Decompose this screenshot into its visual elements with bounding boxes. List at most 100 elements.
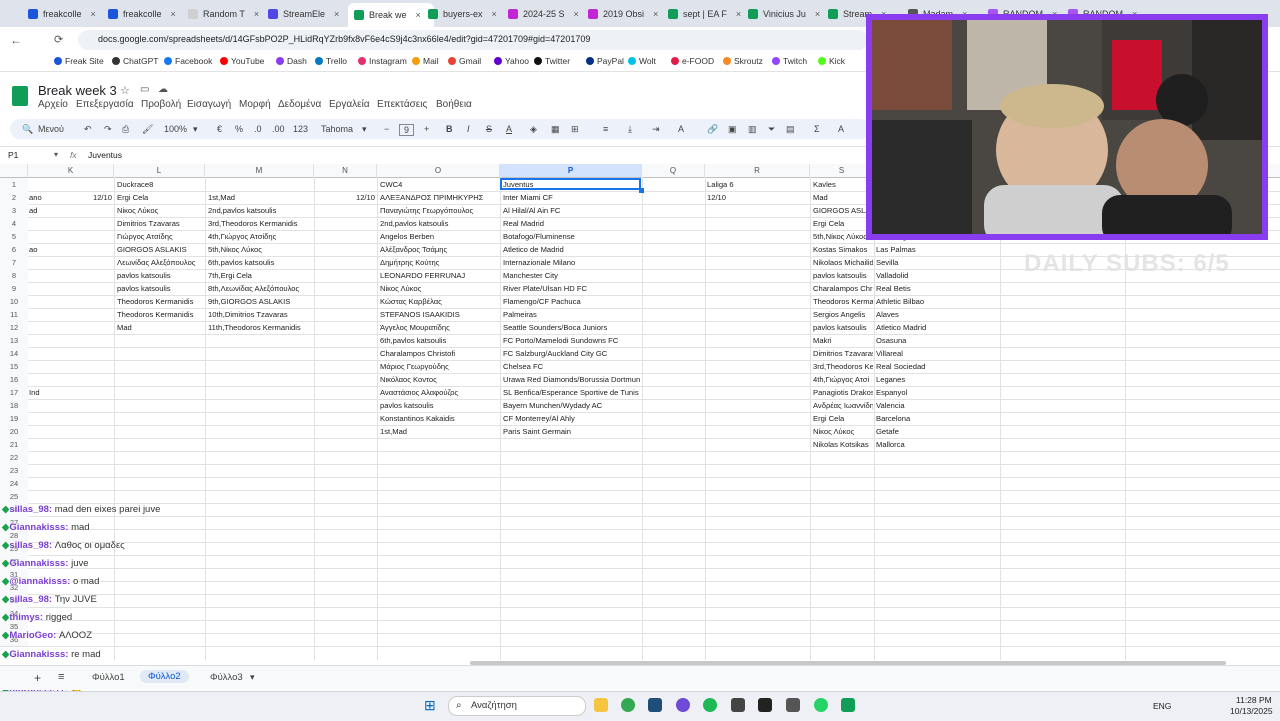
table-cell[interactable]: Γιώργος Ατσίδης — [117, 230, 205, 243]
table-cell[interactable]: Μάριος Γεωργούδης — [380, 360, 498, 373]
menu-item[interactable]: Δεδομένα — [278, 99, 321, 110]
windows-start-icon[interactable]: ⊞ — [424, 697, 436, 714]
table-cell[interactable]: GIORGOS ASLA — [813, 204, 873, 217]
table-cell[interactable]: Theodoros Kermanidis — [117, 295, 205, 308]
browser-tab[interactable]: Break we × — [348, 3, 434, 27]
sheet-tab-1[interactable]: Φύλλο1 — [92, 672, 125, 683]
table-cell[interactable]: Ergi Cela — [813, 217, 873, 230]
bookmark-item[interactable]: Gmail — [448, 56, 481, 66]
browser-tab[interactable]: freakcolle × — [28, 4, 102, 24]
table-cell[interactable]: 4th,Γιώργος Ατσί — [813, 373, 873, 386]
row-header[interactable]: 9 — [0, 282, 28, 296]
table-cell[interactable]: Nikolas Kotsikas — [813, 438, 873, 451]
sheets-icon[interactable] — [841, 698, 855, 712]
bold-icon[interactable]: B — [446, 124, 453, 134]
table-cell[interactable]: LEONARDO FERRUNAJ — [380, 269, 498, 282]
table-cell[interactable]: Urawa Red Diamonds/Borussia Dortmund — [503, 373, 640, 386]
table-cell[interactable]: Manchester City — [503, 269, 640, 282]
table-cell[interactable]: 4th,Γιώργος Ατσίδης — [208, 230, 313, 243]
comment-icon[interactable]: ▣ — [728, 124, 737, 135]
sheet-tab-3[interactable]: Φύλλο3 — [210, 672, 243, 683]
browser-tab[interactable]: 2024-25 S × — [508, 4, 582, 24]
table-cell[interactable]: Dimitrios Tzavaras — [813, 347, 873, 360]
table-cell[interactable]: ao — [29, 243, 89, 256]
browser-tab[interactable]: freakcolle × — [108, 4, 182, 24]
column-header[interactable]: Q — [642, 164, 705, 178]
search-menu-icon[interactable]: 🔍 — [22, 124, 33, 135]
table-cell[interactable]: Δημήτρης Κούτης — [380, 256, 498, 269]
font-size-input[interactable]: 9 — [399, 124, 415, 136]
table-cell[interactable]: Παναγιώτης Γεωργόπουλος — [380, 204, 498, 217]
table-cell[interactable]: 12/10 — [316, 191, 375, 204]
language-indicator[interactable]: ENG — [1153, 701, 1171, 711]
table-cell[interactable]: Kostas Simakos — [813, 243, 873, 256]
table-cell[interactable]: Λεωνίδας Αλεξόπουλος — [117, 256, 205, 269]
font-select[interactable]: Tahoma — [321, 124, 353, 134]
table-cell[interactable]: Angelos Berben — [380, 230, 498, 243]
column-header[interactable]: L — [114, 164, 205, 178]
row-header[interactable]: 2 — [0, 191, 28, 205]
spotify-icon[interactable] — [703, 698, 717, 712]
bookmark-item[interactable]: Mail — [412, 56, 439, 66]
table-cell[interactable]: CF Monterrey/Al Ahly — [503, 412, 640, 425]
all-sheets-icon[interactable]: ≡ — [58, 671, 64, 683]
row-header[interactable]: 10 — [0, 295, 28, 309]
redo-icon[interactable]: ↷ — [104, 124, 112, 135]
table-cell[interactable]: Ergi Cela — [117, 191, 205, 204]
table-cell[interactable]: SL Benfica/Esperance Sportive de Tunis — [503, 386, 640, 399]
table-cell[interactable]: 7th,Ergi Cela — [208, 269, 313, 282]
row-header[interactable]: 25 — [0, 490, 28, 504]
row-header[interactable]: 7 — [0, 256, 28, 270]
taskbar-search-box[interactable] — [448, 696, 586, 716]
table-cell[interactable]: Nikolaos Michailidi — [813, 256, 873, 269]
table-cell[interactable]: ΑΛΕΞΑΝΔΡΟΣ ΠΡΙΜΗΚΥΡΗΣ — [380, 191, 498, 204]
close-icon[interactable]: × — [574, 9, 579, 19]
table-cell[interactable]: Panagiotis Drakos — [813, 386, 873, 399]
table-cell[interactable]: pavlos katsoulis — [380, 399, 498, 412]
row-header[interactable]: 11 — [0, 308, 28, 322]
table-cell[interactable]: Αναστάσιος Αλαφούζος — [380, 386, 498, 399]
text-color-icon[interactable]: A — [506, 124, 512, 134]
sheet-tab-2[interactable]: Φύλλο2 — [140, 670, 189, 683]
borders-icon[interactable]: ▦ — [551, 124, 560, 135]
chrome-icon[interactable] — [621, 698, 635, 712]
bookmark-item[interactable]: Facebook — [164, 56, 212, 66]
move-folder-icon[interactable]: ▭ — [140, 84, 149, 95]
fill-handle[interactable] — [639, 188, 644, 193]
table-cell[interactable]: Paris Saint Germain — [503, 425, 640, 438]
table-cell[interactable]: Real Madrid — [503, 217, 640, 230]
table-cell[interactable]: Chelsea FC — [503, 360, 640, 373]
zoom-select[interactable]: 100% — [164, 124, 187, 134]
bookmark-item[interactable]: Dash — [276, 56, 307, 66]
row-header[interactable]: 4 — [0, 217, 28, 231]
row-header[interactable]: 16 — [0, 373, 28, 387]
row-header[interactable]: 18 — [0, 399, 28, 413]
row-header[interactable]: 12 — [0, 321, 28, 335]
close-icon[interactable]: × — [492, 9, 497, 19]
bookmark-item[interactable]: e-FOOD — [671, 56, 714, 66]
table-cell[interactable]: Sergios Angelis — [813, 308, 873, 321]
table-cell[interactable]: pavlos katsoulis — [117, 269, 205, 282]
row-header[interactable]: 5 — [0, 230, 28, 244]
table-cell[interactable]: Leganes — [876, 373, 996, 386]
row-header[interactable]: 21 — [0, 438, 28, 452]
name-box[interactable]: P1 — [8, 150, 18, 160]
table-cell[interactable]: CWC4 — [380, 178, 498, 191]
wrap-icon[interactable]: ⇥ — [652, 124, 660, 135]
sheets-logo-icon[interactable] — [12, 86, 28, 106]
table-cell[interactable]: STEFANOS ISAAKIDIS — [380, 308, 498, 321]
table-cell[interactable]: Valladolid — [876, 269, 996, 282]
table-cell[interactable]: 12/10 — [30, 191, 112, 204]
print-icon[interactable]: ⎙ — [122, 124, 129, 135]
table-cell[interactable]: Νίκος Λύκος — [813, 425, 873, 438]
column-header[interactable]: P — [500, 164, 642, 178]
table-cell[interactable]: Theodoros Kerman — [813, 295, 873, 308]
table-cell[interactable]: Konstantinos Kakaidis — [380, 412, 498, 425]
select-all-corner[interactable] — [0, 164, 28, 178]
app-icon[interactable] — [786, 698, 800, 712]
bookmark-item[interactable]: Wolt — [628, 56, 656, 66]
minus-icon[interactable]: − — [384, 124, 389, 134]
bookmark-item[interactable]: Yahoo — [494, 56, 529, 66]
table-cell[interactable]: Dimitrios Tzavaras — [117, 217, 205, 230]
decrease-decimal-button[interactable]: .0 — [254, 124, 262, 134]
